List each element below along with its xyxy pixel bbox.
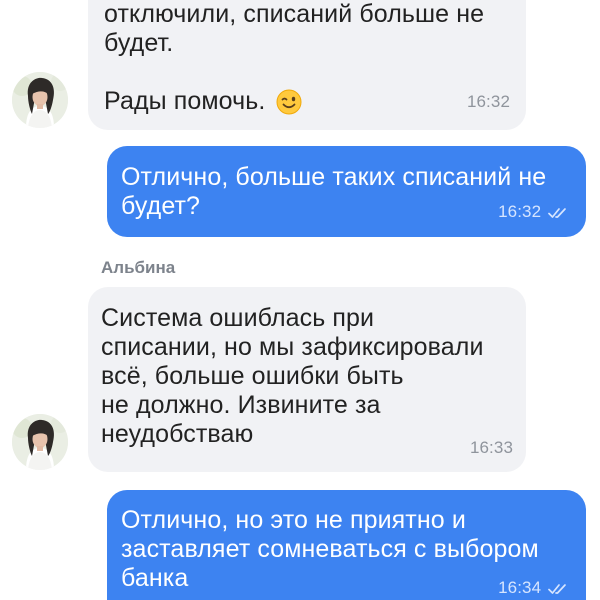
message-text-line: Отлично, больше таких списаний не [121, 163, 547, 191]
sender-name: Альбина [101, 258, 176, 277]
agent-photo-icon [12, 414, 68, 470]
message-time: 16:32 [498, 202, 542, 221]
outgoing-message-bubble[interactable]: Отлично, но это не приятно и заставляет … [107, 490, 586, 600]
incoming-message-bubble[interactable]: отключили, списаний больше не будет. Рад… [88, 0, 526, 130]
message-text-line: не должно. Извините за [101, 391, 381, 419]
double-check-read-icon [548, 207, 566, 218]
message-text-line: заставляет сомневаться с выбором [121, 535, 539, 563]
message-text-line: всё, больше ошибки быть [101, 362, 404, 390]
message-time: 16:34 [498, 578, 542, 597]
chat-thread: отключили, списаний больше не будет. Рад… [0, 0, 600, 600]
message-text-line: отключили, списаний больше не [104, 0, 485, 28]
outgoing-message-bubble[interactable]: Отлично, больше таких списаний не будет?… [107, 146, 586, 237]
message-text-line: Отлично, но это не приятно и [121, 506, 466, 534]
message-text-line: неудобстваю [101, 420, 254, 448]
incoming-message-bubble[interactable]: Система ошиблась при списании, но мы заф… [88, 287, 526, 472]
avatar[interactable] [12, 414, 68, 470]
message-time-status: 16:34 [498, 578, 570, 598]
message-text-line: будет. [104, 29, 174, 57]
message-time: 16:33 [469, 438, 513, 457]
message-text-line: Рады помочь. [104, 87, 510, 116]
message-time-status: 16:32 [498, 202, 570, 222]
message-text-line [104, 58, 510, 87]
message-time: 16:32 [466, 92, 510, 111]
winking-face-icon [276, 89, 302, 115]
message-text: Рады помочь. [104, 87, 266, 115]
double-check-read-icon [548, 583, 566, 594]
agent-photo-icon [12, 72, 68, 128]
avatar[interactable] [12, 72, 68, 128]
message-text-line: Система ошиблась при [101, 304, 375, 332]
message-text-line: списании, но мы зафиксировали [101, 333, 484, 361]
